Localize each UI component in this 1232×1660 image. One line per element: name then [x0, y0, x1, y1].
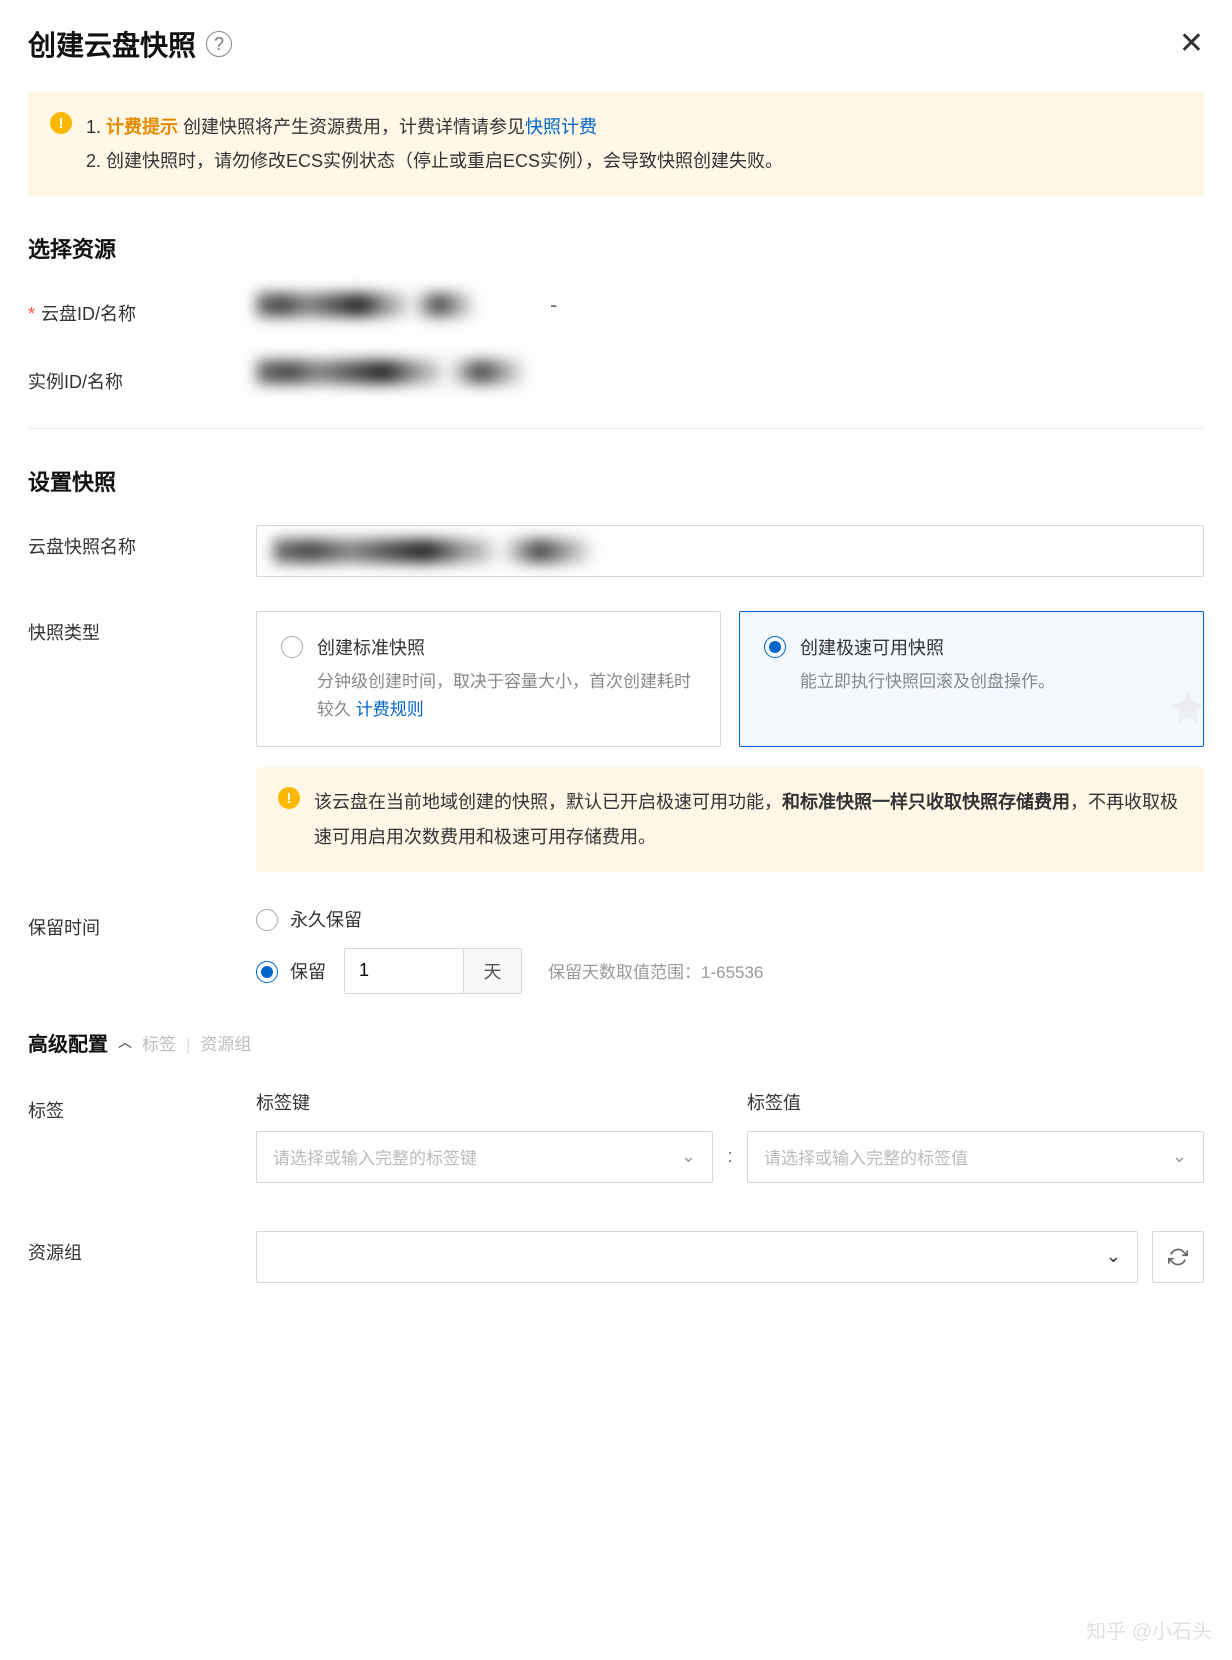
disk-id-value	[256, 293, 516, 317]
option-standard-snapshot[interactable]: 创建标准快照 分钟级创建时间，取决于容量大小，首次创建耗时较久 计费规则	[256, 611, 721, 747]
tag-value-select[interactable]: 请选择或输入完整的标签值⌄	[747, 1131, 1204, 1183]
divider	[28, 428, 1204, 429]
retain-hint: 保留天数取值范围：1-65536	[548, 958, 763, 983]
watermark: 知乎 @小石头	[1086, 1615, 1212, 1644]
label-tag-value: 标签值	[747, 1089, 1204, 1115]
advanced-config-toggle[interactable]: 高级配置	[28, 1028, 108, 1057]
radio-icon	[256, 909, 278, 931]
tag-key-select[interactable]: 请选择或输入完整的标签键⌄	[256, 1131, 713, 1183]
refresh-button[interactable]	[1152, 1231, 1204, 1283]
label-instance-id: 实例ID/名称	[28, 360, 256, 394]
dialog-title: 创建云盘快照	[28, 24, 196, 64]
fast-snapshot-alert: ! 该云盘在当前地域创建的快照，默认已开启极速可用功能，和标准快照一样只收取快照…	[256, 767, 1204, 871]
label-snapshot-name: 云盘快照名称	[28, 525, 256, 559]
chevron-down-icon: ⌄	[1106, 1246, 1121, 1267]
chevron-down-icon: ⌄	[681, 1146, 696, 1167]
option-permanent[interactable]: 永久保留	[256, 906, 1204, 932]
label-retain-time: 保留时间	[28, 906, 256, 940]
resource-group-select[interactable]: ⌄	[256, 1231, 1138, 1283]
billing-highlight: 计费提示	[106, 117, 178, 137]
label-disk-id: 云盘ID/名称	[28, 292, 256, 326]
retain-days-input[interactable]	[344, 948, 464, 994]
warning-icon: !	[50, 112, 72, 134]
radio-icon	[764, 636, 786, 658]
unit-label: 天	[464, 948, 522, 994]
option-keep-days[interactable]: 保留	[256, 958, 326, 984]
refresh-icon	[1168, 1247, 1188, 1267]
close-icon[interactable]: ✕	[1179, 29, 1204, 59]
billing-alert: ! 1. 计费提示 创建快照将产生资源费用，计费详情请参见快照计费 2. 创建快…	[28, 92, 1204, 196]
chevron-down-icon: ⌄	[1172, 1146, 1187, 1167]
dialog-header: 创建云盘快照 ? ✕	[28, 24, 1204, 64]
section-set-snapshot: 设置快照	[28, 465, 1204, 497]
billing-rule-link[interactable]: 计费规则	[356, 700, 424, 719]
chevron-up-icon[interactable]: ︿	[118, 1032, 132, 1052]
radio-icon	[256, 961, 278, 983]
instance-id-value	[256, 360, 576, 384]
rocket-icon	[1166, 688, 1210, 732]
label-tag: 标签	[28, 1089, 256, 1123]
warning-icon: !	[278, 787, 300, 809]
option-fast-snapshot[interactable]: 创建极速可用快照 能立即执行快照回滚及创盘操作。	[739, 611, 1204, 747]
label-snapshot-type: 快照类型	[28, 611, 256, 645]
label-resource-group: 资源组	[28, 1231, 256, 1265]
snapshot-billing-link[interactable]: 快照计费	[525, 117, 597, 137]
advanced-breadcrumb: 标签|资源组	[142, 1030, 251, 1055]
snapshot-name-input[interactable]	[256, 525, 1204, 577]
help-icon[interactable]: ?	[206, 31, 232, 57]
section-select-resource: 选择资源	[28, 232, 1204, 264]
label-tag-key: 标签键	[256, 1089, 713, 1115]
radio-icon	[281, 636, 303, 658]
